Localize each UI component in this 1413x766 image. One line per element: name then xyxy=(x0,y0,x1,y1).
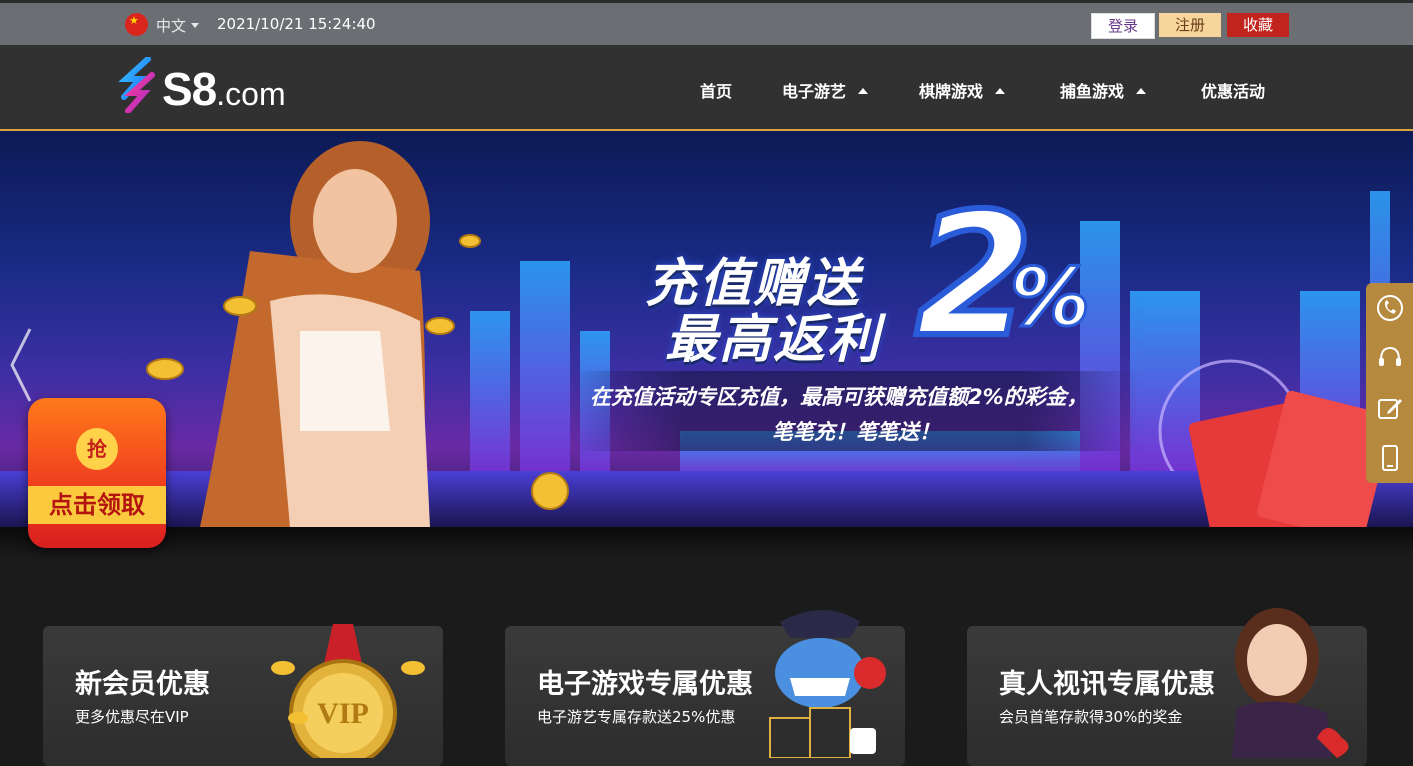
edit-icon xyxy=(1378,399,1402,419)
login-button[interactable]: 登录 xyxy=(1091,13,1155,39)
nav-item-card-games[interactable]: 棋牌游戏 xyxy=(919,78,1006,102)
hero-banner[interactable]: 充值赠送 最高返利 2 % 在充值活动专区充值，最高可获赠充值额2%的彩金， 笔… xyxy=(0,131,1413,527)
logo-text: S8.com xyxy=(162,62,286,116)
promo-description-line2: 笔笔充！笔笔送！ xyxy=(772,420,940,444)
nav-item-electronic-games[interactable]: 电子游艺 xyxy=(782,78,869,102)
nav-label: 电子游艺 xyxy=(782,82,847,101)
top-bar: ★ 中文 2021/10/21 15:24:40 登录 注册 收藏 xyxy=(0,0,1413,45)
pirate-shark-mascot-icon xyxy=(769,610,886,758)
logo-mark-icon xyxy=(118,57,155,113)
caret-up-icon xyxy=(995,88,1006,94)
site-logo[interactable]: S8.com xyxy=(118,55,318,115)
language-selector[interactable]: 中文 xyxy=(156,15,200,36)
promo-headline-line2: 最高返利 xyxy=(665,310,882,370)
nav-label: 捕鱼游戏 xyxy=(1060,82,1125,101)
phone-button[interactable] xyxy=(1366,283,1413,333)
feedback-button[interactable] xyxy=(1366,383,1413,433)
promo-card-electronic-games[interactable]: 电子游戏专属优惠 电子游艺专属存款送25%优惠 xyxy=(505,610,905,766)
card-title: 新会员优惠 xyxy=(75,669,210,700)
language-label: 中文 xyxy=(156,17,187,35)
nav-item-promotions[interactable]: 优惠活动 xyxy=(1201,78,1265,102)
nav-label: 棋牌游戏 xyxy=(919,82,984,101)
card-title: 真人视讯专属优惠 xyxy=(999,669,1215,700)
phone-icon xyxy=(1377,295,1403,321)
current-datetime: 2021/10/21 15:24:40 xyxy=(217,15,376,33)
register-button[interactable]: 注册 xyxy=(1159,13,1221,37)
nav-item-fishing-games[interactable]: 捕鱼游戏 xyxy=(1060,78,1147,102)
chevron-down-icon xyxy=(191,23,200,28)
promo-percent-sign: % xyxy=(1008,250,1091,346)
card-subtitle: 更多优惠尽在VIP xyxy=(75,708,189,726)
promo-card-live-casino[interactable]: 真人视讯专属优惠 会员首笔存款得30%的奖金 xyxy=(967,608,1367,766)
card-subtitle: 会员首笔存款得30%的奖金 xyxy=(999,708,1183,726)
china-flag-icon[interactable]: ★ xyxy=(125,13,148,36)
headset-icon xyxy=(1379,346,1401,366)
caret-up-icon xyxy=(858,88,869,94)
banner-shadow xyxy=(0,527,1413,557)
logo-text-main: S8 xyxy=(162,63,217,115)
main-header: S8.com 首页 电子游艺 棋牌游戏 捕鱼游戏 优惠活动 xyxy=(0,45,1413,131)
nav-label: 首页 xyxy=(700,82,733,101)
carousel-prev-arrow-icon[interactable] xyxy=(6,325,36,405)
grab-coin-badge: 抢 xyxy=(76,428,118,470)
grab-claim-label: 点击领取 xyxy=(28,486,166,524)
grab-red-envelope-widget[interactable]: 抢 点击领取 xyxy=(28,398,166,548)
favorite-button[interactable]: 收藏 xyxy=(1227,13,1289,37)
caret-up-icon xyxy=(1136,88,1147,94)
live-dealer-portrait xyxy=(1232,608,1349,758)
card-title: 电子游戏专属优惠 xyxy=(537,669,753,700)
mobile-icon xyxy=(1382,445,1398,471)
vip-medal-icon: VIP xyxy=(271,624,425,758)
mobile-app-button[interactable] xyxy=(1366,433,1413,483)
promo-card-new-member[interactable]: 新会员优惠 更多优惠尽在VIP VIP xyxy=(43,624,443,766)
side-toolbar xyxy=(1366,283,1413,483)
logo-text-suffix: .com xyxy=(216,76,286,112)
promo-description-line1: 在充值活动专区充值，最高可获赠充值额2%的彩金， xyxy=(590,385,1088,409)
nav-label: 优惠活动 xyxy=(1201,82,1266,101)
customer-service-button[interactable] xyxy=(1366,333,1413,383)
card-subtitle: 电子游艺专属存款送25%优惠 xyxy=(537,708,736,726)
nav-item-home[interactable]: 首页 xyxy=(700,78,732,102)
vip-medal-text: VIP xyxy=(317,697,369,730)
